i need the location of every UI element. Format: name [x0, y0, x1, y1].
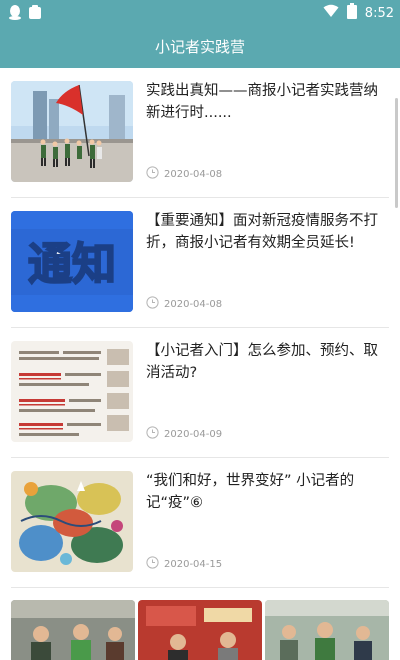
- app-notification-icon: [28, 4, 42, 24]
- article-title[interactable]: “我们和好，世界变好” 小记者的记“疫”⑥: [146, 470, 390, 514]
- article-meta: 2020-04-09: [146, 426, 222, 442]
- strip-photo: [11, 600, 135, 660]
- article-image-strip[interactable]: [11, 600, 389, 660]
- qq-notification-icon: [8, 4, 22, 24]
- article-title[interactable]: 实践出真知——商报小记者实践营纳新进行时......: [146, 80, 390, 124]
- article-date: 2020-04-15: [164, 558, 223, 570]
- article-item[interactable]: 实践出真知——商报小记者实践营纳新进行时...... 2020-04-08: [0, 68, 400, 198]
- clock-icon: [146, 166, 159, 182]
- clock-icon: [146, 296, 159, 312]
- page-title: 小记者实践营: [154, 37, 245, 56]
- row-divider: [11, 587, 389, 588]
- article-meta: 2020-04-08: [146, 166, 222, 182]
- article-meta: 2020-04-08: [146, 296, 222, 312]
- article-thumbnail: [11, 341, 133, 442]
- article-date: 2020-04-09: [164, 428, 223, 440]
- article-meta: 2020-04-15: [146, 556, 222, 572]
- article-title[interactable]: 【重要通知】面对新冠疫情服务不打折，商报小记者有效期全员延长!: [146, 210, 390, 254]
- article-thumbnail: 通知: [11, 211, 133, 312]
- wifi-icon: [323, 4, 339, 22]
- strip-photo: [138, 600, 262, 660]
- notice-thumb-text: 通知: [28, 239, 116, 290]
- app-bar: 小记者实践营: [0, 24, 400, 68]
- article-thumbnail: [11, 471, 133, 572]
- article-thumbnail: [11, 81, 133, 182]
- article-date: 2020-04-08: [164, 298, 223, 310]
- status-bar: 8:52: [0, 0, 400, 24]
- article-date: 2020-04-08: [164, 168, 223, 180]
- clock-icon: [146, 556, 159, 572]
- battery-icon: [346, 3, 357, 23]
- article-item[interactable]: 通知 【重要通知】面对新冠疫情服务不打折，商报小记者有效期全员延长! 2020-…: [0, 198, 400, 328]
- scrollbar-thumb[interactable]: [395, 98, 398, 208]
- article-title[interactable]: 【小记者入门】怎么参加、预约、取消活动?: [146, 340, 390, 384]
- strip-photo: [265, 600, 389, 660]
- clock-time: 8:52: [364, 5, 394, 21]
- article-item[interactable]: “我们和好，世界变好” 小记者的记“疫”⑥ 2020-04-15: [0, 458, 400, 588]
- article-item[interactable]: 【小记者入门】怎么参加、预约、取消活动? 2020-04-09: [0, 328, 400, 458]
- clock-icon: [146, 426, 159, 442]
